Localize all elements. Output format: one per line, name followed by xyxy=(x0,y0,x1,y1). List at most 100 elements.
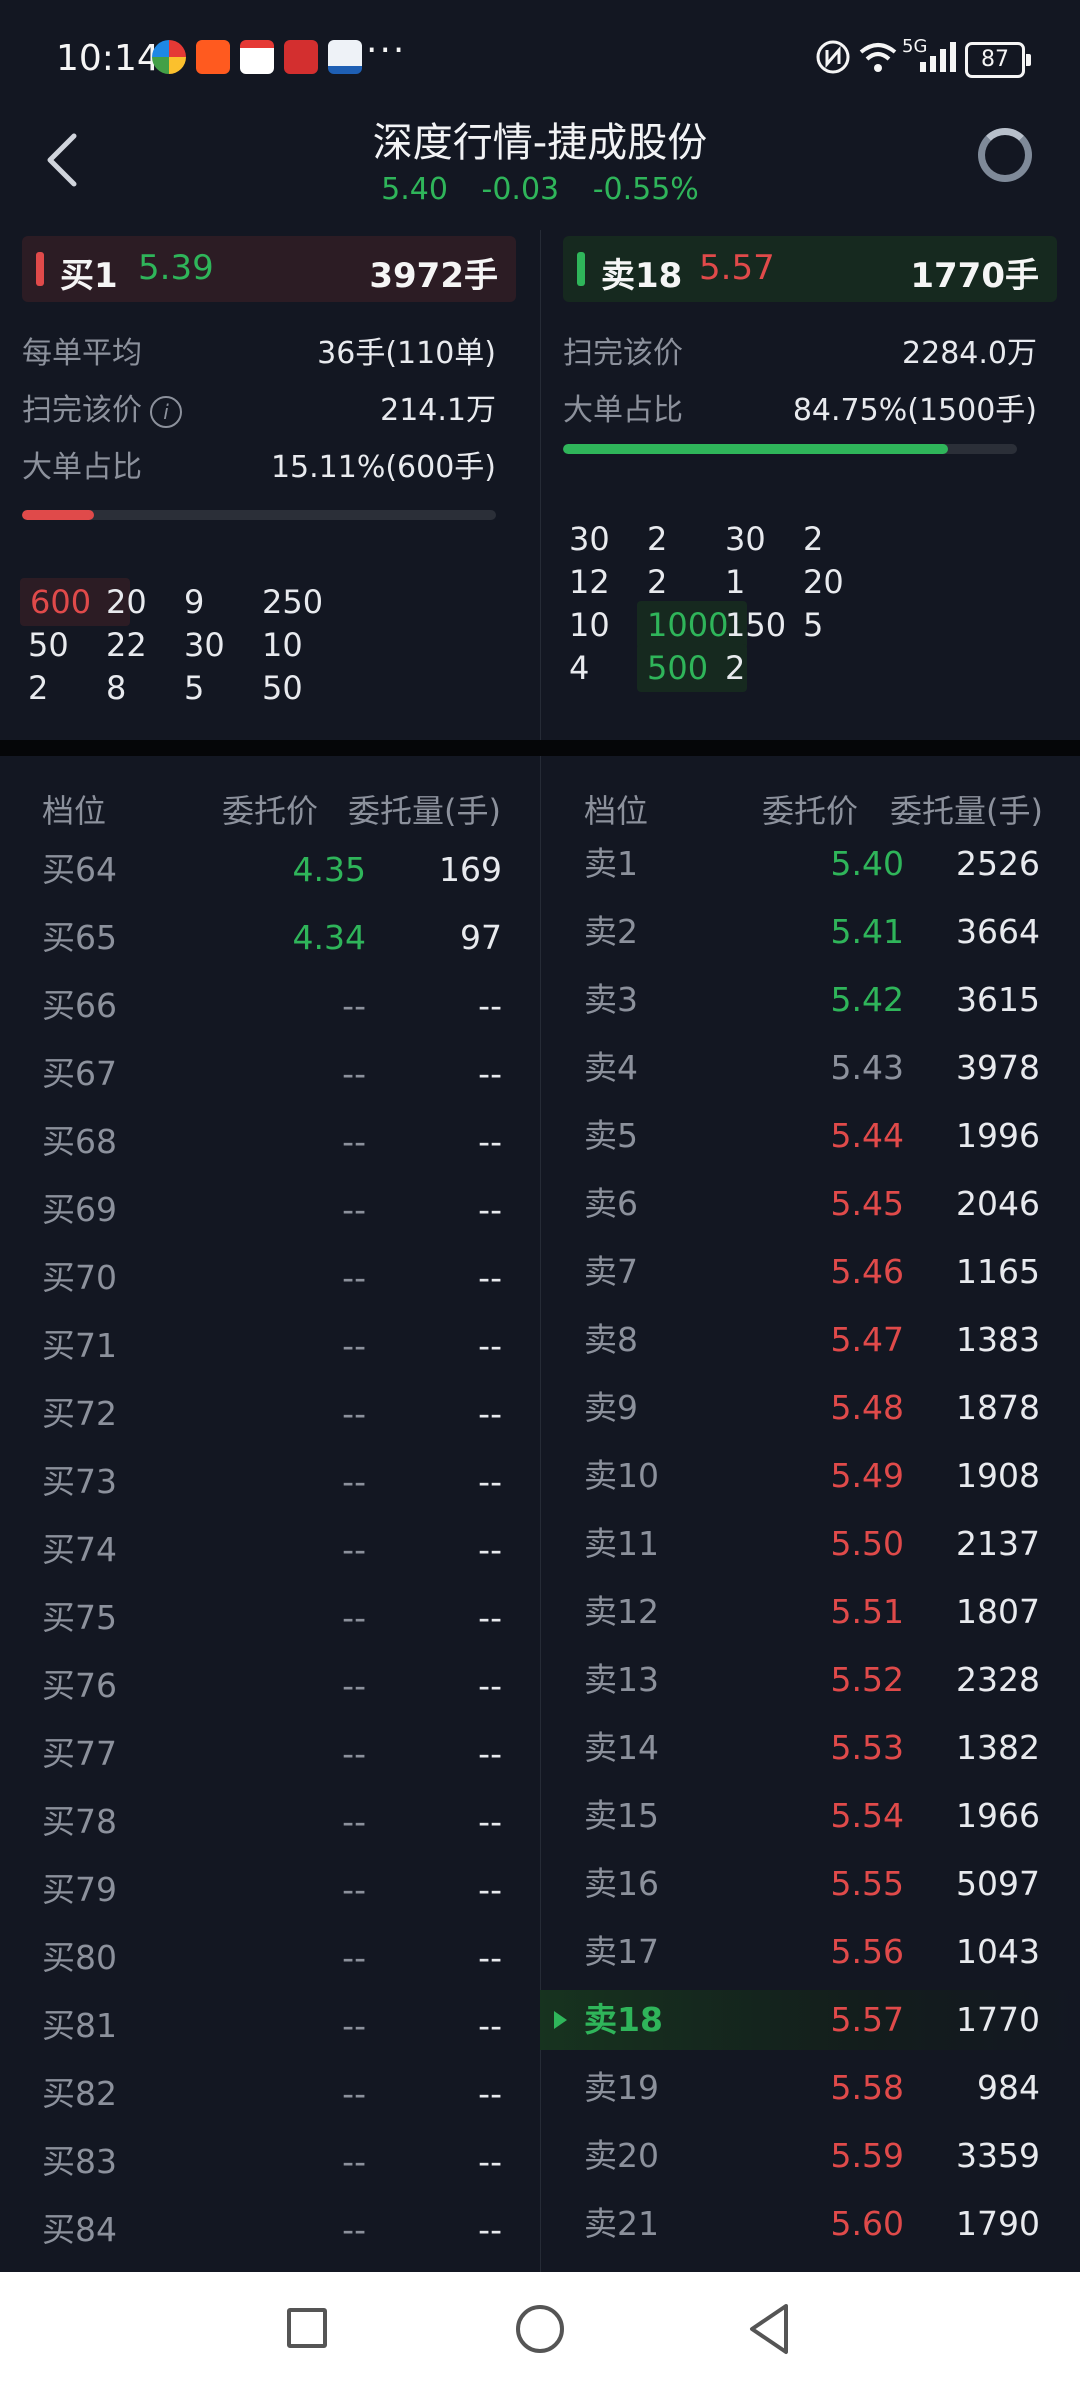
level-label: 买68 xyxy=(42,1122,117,1161)
order-price: 4.35 xyxy=(292,850,366,889)
buy-order-row[interactable]: 买80 -- -- xyxy=(42,1928,512,1988)
buy-order-row[interactable]: 买72 -- -- xyxy=(42,1384,512,1444)
sell-order-row[interactable]: 卖13 5.52 2328 xyxy=(540,1650,1080,1710)
level-label: 买76 xyxy=(42,1666,117,1705)
sell-summary-header[interactable]: 卖18 5.57 1770手 xyxy=(563,236,1057,302)
signal-icon xyxy=(920,42,956,72)
more-notifications-icon: ··· xyxy=(366,30,407,71)
buy-order-row[interactable]: 买81 -- -- xyxy=(42,1996,512,2056)
buy-level-price: 5.39 xyxy=(138,248,214,288)
order-price: -- xyxy=(342,1258,366,1297)
status-bar: 10:14 ··· 5G 87 xyxy=(0,0,1080,110)
order-price: -- xyxy=(342,1802,366,1841)
level-label: 买69 xyxy=(42,1190,117,1229)
order-price: 5.51 xyxy=(830,1592,904,1631)
buy-order-row[interactable]: 买69 -- -- xyxy=(42,1180,512,1240)
buy-order-row[interactable]: 买82 -- -- xyxy=(42,2064,512,2124)
level-label: 买70 xyxy=(42,1258,117,1297)
depth-summary: 买1 5.39 3972手 每单平均 36手(110单) 扫完该价 i 214.1… xyxy=(0,230,1080,740)
buy-order-row[interactable]: 买70 -- -- xyxy=(42,1248,512,1308)
level-label: 买67 xyxy=(42,1054,117,1093)
sell-order-row[interactable]: 卖4 5.43 3978 xyxy=(540,1038,1080,1098)
sell-order-row[interactable]: 卖10 5.49 1908 xyxy=(540,1446,1080,1506)
price-change: -0.03 xyxy=(481,172,560,207)
buy-order-row[interactable]: 买66 -- -- xyxy=(42,976,512,1036)
order-price: -- xyxy=(342,1870,366,1909)
sell-order-row[interactable]: 卖15 5.54 1966 xyxy=(540,1786,1080,1846)
order-qty: -- xyxy=(478,1326,502,1365)
home-button[interactable] xyxy=(516,2305,564,2353)
level-label: 买75 xyxy=(42,1598,117,1637)
buy-order-row[interactable]: 买84 -- -- xyxy=(42,2200,512,2260)
order-qty: 2328 xyxy=(956,1660,1040,1699)
order-price: -- xyxy=(342,1462,366,1501)
sell-order-row[interactable]: 卖20 5.59 3359 xyxy=(540,2126,1080,2186)
buy-level-label: 买1 xyxy=(60,256,118,296)
order-price: 5.52 xyxy=(830,1660,904,1699)
order-qty: 2526 xyxy=(956,844,1040,883)
sell-order-row[interactable]: 卖12 5.51 1807 xyxy=(540,1582,1080,1642)
order-qty: 1878 xyxy=(956,1388,1040,1427)
sell-order-size: 150 xyxy=(725,606,787,644)
order-qty: 1966 xyxy=(956,1796,1040,1835)
stock-app-icon xyxy=(240,40,274,74)
price-change-percent: -0.55% xyxy=(592,172,699,207)
order-qty: -- xyxy=(478,2142,502,2181)
order-price: 5.46 xyxy=(830,1252,904,1291)
buy-order-row[interactable]: 买73 -- -- xyxy=(42,1452,512,1512)
level-label: 买78 xyxy=(42,1802,117,1841)
order-qty: 3615 xyxy=(956,980,1040,1019)
order-price: -- xyxy=(342,2074,366,2113)
level-label: 买82 xyxy=(42,2074,117,2113)
recent-apps-button[interactable] xyxy=(287,2308,327,2348)
sell-order-row[interactable]: 卖11 5.50 2137 xyxy=(540,1514,1080,1574)
back-button[interactable] xyxy=(746,2302,792,2356)
order-qty: 1382 xyxy=(956,1728,1040,1767)
buy-order-row[interactable]: 买77 -- -- xyxy=(42,1724,512,1784)
sell-order-size: 1 xyxy=(725,563,746,601)
sell-order-row[interactable]: 卖9 5.48 1878 xyxy=(540,1378,1080,1438)
sell-order-row[interactable]: 卖6 5.45 2046 xyxy=(540,1174,1080,1234)
order-qty: -- xyxy=(478,1802,502,1841)
level-label: 卖14 xyxy=(584,1728,659,1767)
buy-indicator-bar xyxy=(36,252,44,286)
buy-order-row[interactable]: 买68 -- -- xyxy=(42,1112,512,1172)
buy-order-row[interactable]: 买74 -- -- xyxy=(42,1520,512,1580)
buy-order-row[interactable]: 买64 4.35 169 xyxy=(42,840,512,900)
buy-order-row[interactable]: 买75 -- -- xyxy=(42,1588,512,1648)
order-price: 5.41 xyxy=(830,912,904,951)
buy-order-row[interactable]: 买76 -- -- xyxy=(42,1656,512,1716)
refresh-icon[interactable] xyxy=(978,128,1032,182)
sell-order-row[interactable]: 卖1 5.40 2526 xyxy=(540,834,1080,894)
buy-order-row[interactable]: 买67 -- -- xyxy=(42,1044,512,1104)
order-qty: 1790 xyxy=(956,2204,1040,2243)
order-qty: -- xyxy=(478,1870,502,1909)
level-label: 买83 xyxy=(42,2142,117,2181)
sell-qty-header: 委托量(手) xyxy=(890,792,1043,830)
sell-order-row[interactable]: 卖19 5.58 984 xyxy=(540,2058,1080,2118)
sell-order-row[interactable]: 卖3 5.42 3615 xyxy=(540,970,1080,1030)
buy-order-row[interactable]: 买71 -- -- xyxy=(42,1316,512,1376)
level-label: 买65 xyxy=(42,918,117,957)
buy-order-size: 30 xyxy=(184,626,225,664)
sell-order-row[interactable]: 卖14 5.53 1382 xyxy=(540,1718,1080,1778)
order-price: -- xyxy=(342,1598,366,1637)
sell-order-row[interactable]: 卖8 5.47 1383 xyxy=(540,1310,1080,1370)
buy-order-row[interactable]: 买83 -- -- xyxy=(42,2132,512,2192)
sell-order-row[interactable]: 卖2 5.41 3664 xyxy=(540,902,1080,962)
sell-order-row[interactable]: 卖7 5.46 1165 xyxy=(540,1242,1080,1302)
current-sell-row[interactable]: 卖18 5.57 1770 xyxy=(540,1990,1080,2050)
buy-order-row[interactable]: 买65 4.34 97 xyxy=(42,908,512,968)
sell-order-row[interactable]: 卖16 5.55 5097 xyxy=(540,1854,1080,1914)
buy-order-row[interactable]: 买79 -- -- xyxy=(42,1860,512,1920)
sell-order-row[interactable]: 卖21 5.60 1790 xyxy=(540,2194,1080,2254)
info-icon[interactable]: i xyxy=(150,395,182,428)
level-label: 买73 xyxy=(42,1462,117,1501)
big-order-value: 84.75%(1500手) xyxy=(792,393,1037,428)
sell-order-row[interactable]: 卖5 5.44 1996 xyxy=(540,1106,1080,1166)
current-price: 5.40 xyxy=(381,172,448,207)
buy-order-row[interactable]: 买78 -- -- xyxy=(42,1792,512,1852)
buy-order-size: 250 xyxy=(262,583,324,621)
sell-order-row[interactable]: 卖17 5.56 1043 xyxy=(540,1922,1080,1982)
buy-summary-header[interactable]: 买1 5.39 3972手 xyxy=(22,236,516,302)
